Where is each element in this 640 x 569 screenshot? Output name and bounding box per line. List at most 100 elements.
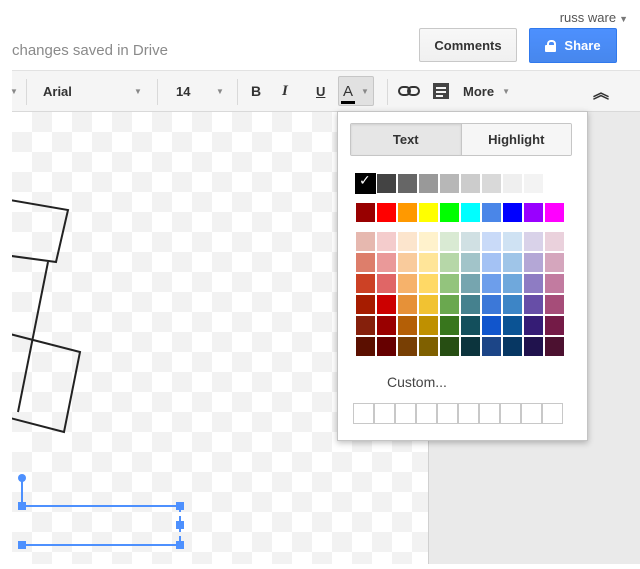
resize-handle-bl[interactable] (18, 541, 26, 549)
color-swatch[interactable] (397, 273, 418, 294)
color-swatch[interactable] (376, 202, 397, 223)
color-swatch[interactable] (376, 173, 397, 194)
custom-color-slot[interactable] (353, 403, 374, 424)
color-swatch[interactable] (523, 273, 544, 294)
color-swatch[interactable] (355, 252, 376, 273)
color-swatch[interactable] (523, 202, 544, 223)
color-swatch[interactable] (439, 231, 460, 252)
color-swatch[interactable] (439, 252, 460, 273)
font-size-dropdown-icon[interactable]: ▼ (216, 71, 224, 111)
color-swatch[interactable] (439, 202, 460, 223)
color-swatch[interactable] (439, 336, 460, 357)
collapse-toolbar-button[interactable]: ︽ (593, 71, 609, 111)
color-swatch[interactable] (355, 231, 376, 252)
color-swatch[interactable] (502, 336, 523, 357)
color-swatch[interactable] (523, 252, 544, 273)
color-swatch[interactable] (355, 315, 376, 336)
font-family-dropdown-icon[interactable]: ▼ (134, 71, 142, 111)
color-swatch[interactable] (481, 173, 502, 194)
color-swatch[interactable] (544, 231, 565, 252)
color-swatch[interactable] (376, 273, 397, 294)
color-swatch[interactable] (439, 273, 460, 294)
color-swatch[interactable] (502, 231, 523, 252)
color-swatch[interactable] (460, 273, 481, 294)
color-swatch[interactable] (523, 315, 544, 336)
color-swatch[interactable] (376, 315, 397, 336)
color-swatch[interactable] (481, 336, 502, 357)
color-swatch[interactable] (397, 173, 418, 194)
color-swatch[interactable] (376, 252, 397, 273)
color-swatch[interactable] (460, 315, 481, 336)
color-swatch[interactable] (460, 294, 481, 315)
rotate-handle[interactable] (18, 474, 26, 482)
resize-handle-r[interactable] (176, 521, 184, 529)
color-swatch[interactable] (481, 202, 502, 223)
color-swatch[interactable] (523, 231, 544, 252)
italic-button[interactable]: I (282, 71, 288, 111)
color-swatch[interactable] (544, 336, 565, 357)
color-swatch[interactable] (460, 252, 481, 273)
color-swatch[interactable] (544, 252, 565, 273)
color-swatch[interactable] (460, 231, 481, 252)
color-swatch[interactable] (397, 252, 418, 273)
color-swatch[interactable] (418, 294, 439, 315)
color-swatch[interactable] (544, 315, 565, 336)
color-swatch[interactable] (418, 252, 439, 273)
custom-color-slot[interactable] (374, 403, 395, 424)
previous-dropdown-caret[interactable]: ▼ (10, 71, 18, 111)
more-menu-button[interactable]: More ▼ (463, 71, 510, 111)
custom-color-link[interactable]: Custom... (387, 374, 447, 390)
comment-button[interactable] (432, 71, 450, 111)
color-swatch[interactable] (502, 294, 523, 315)
custom-color-slot[interactable] (458, 403, 479, 424)
color-swatch[interactable] (397, 294, 418, 315)
color-swatch[interactable] (439, 173, 460, 194)
color-swatch[interactable] (418, 273, 439, 294)
color-swatch[interactable] (523, 336, 544, 357)
color-swatch[interactable] (418, 315, 439, 336)
comments-button[interactable]: Comments (419, 28, 517, 62)
color-swatch[interactable] (544, 202, 565, 223)
color-swatch[interactable] (439, 315, 460, 336)
color-swatch[interactable] (355, 173, 376, 194)
custom-color-slot[interactable] (416, 403, 437, 424)
user-menu[interactable]: russ ware ▼ (560, 10, 628, 25)
link-button[interactable] (398, 71, 420, 111)
custom-color-slot[interactable] (542, 403, 563, 424)
color-swatch[interactable] (502, 252, 523, 273)
color-swatch[interactable] (502, 202, 523, 223)
color-swatch[interactable] (439, 294, 460, 315)
color-swatch[interactable] (418, 231, 439, 252)
custom-color-slot[interactable] (437, 403, 458, 424)
resize-handle-tr[interactable] (176, 502, 184, 510)
tab-text[interactable]: Text (351, 124, 462, 155)
text-color-button[interactable]: A ▼ (338, 76, 374, 106)
shape-square-1[interactable] (12, 197, 70, 264)
font-size-select[interactable]: 14 (176, 71, 190, 111)
color-swatch[interactable] (523, 294, 544, 315)
color-swatch[interactable] (418, 336, 439, 357)
color-swatch[interactable] (481, 315, 502, 336)
color-swatch[interactable] (544, 273, 565, 294)
color-swatch[interactable] (460, 202, 481, 223)
color-swatch[interactable] (355, 202, 376, 223)
font-family-select[interactable]: Arial (43, 71, 72, 111)
bold-button[interactable]: B (251, 71, 261, 111)
color-swatch[interactable] (523, 173, 544, 194)
color-swatch[interactable] (397, 231, 418, 252)
color-swatch[interactable] (376, 336, 397, 357)
tab-highlight[interactable]: Highlight (461, 124, 571, 155)
underline-button[interactable]: U (316, 71, 325, 111)
color-swatch[interactable] (355, 294, 376, 315)
color-swatch[interactable] (481, 231, 502, 252)
custom-color-slot[interactable] (479, 403, 500, 424)
custom-color-slot[interactable] (521, 403, 542, 424)
color-swatch[interactable] (502, 315, 523, 336)
color-swatch[interactable] (355, 336, 376, 357)
color-swatch[interactable] (418, 173, 439, 194)
color-swatch[interactable] (544, 294, 565, 315)
color-swatch[interactable] (418, 202, 439, 223)
color-swatch[interactable] (481, 294, 502, 315)
share-button[interactable]: Share (529, 28, 617, 63)
color-swatch[interactable] (397, 202, 418, 223)
